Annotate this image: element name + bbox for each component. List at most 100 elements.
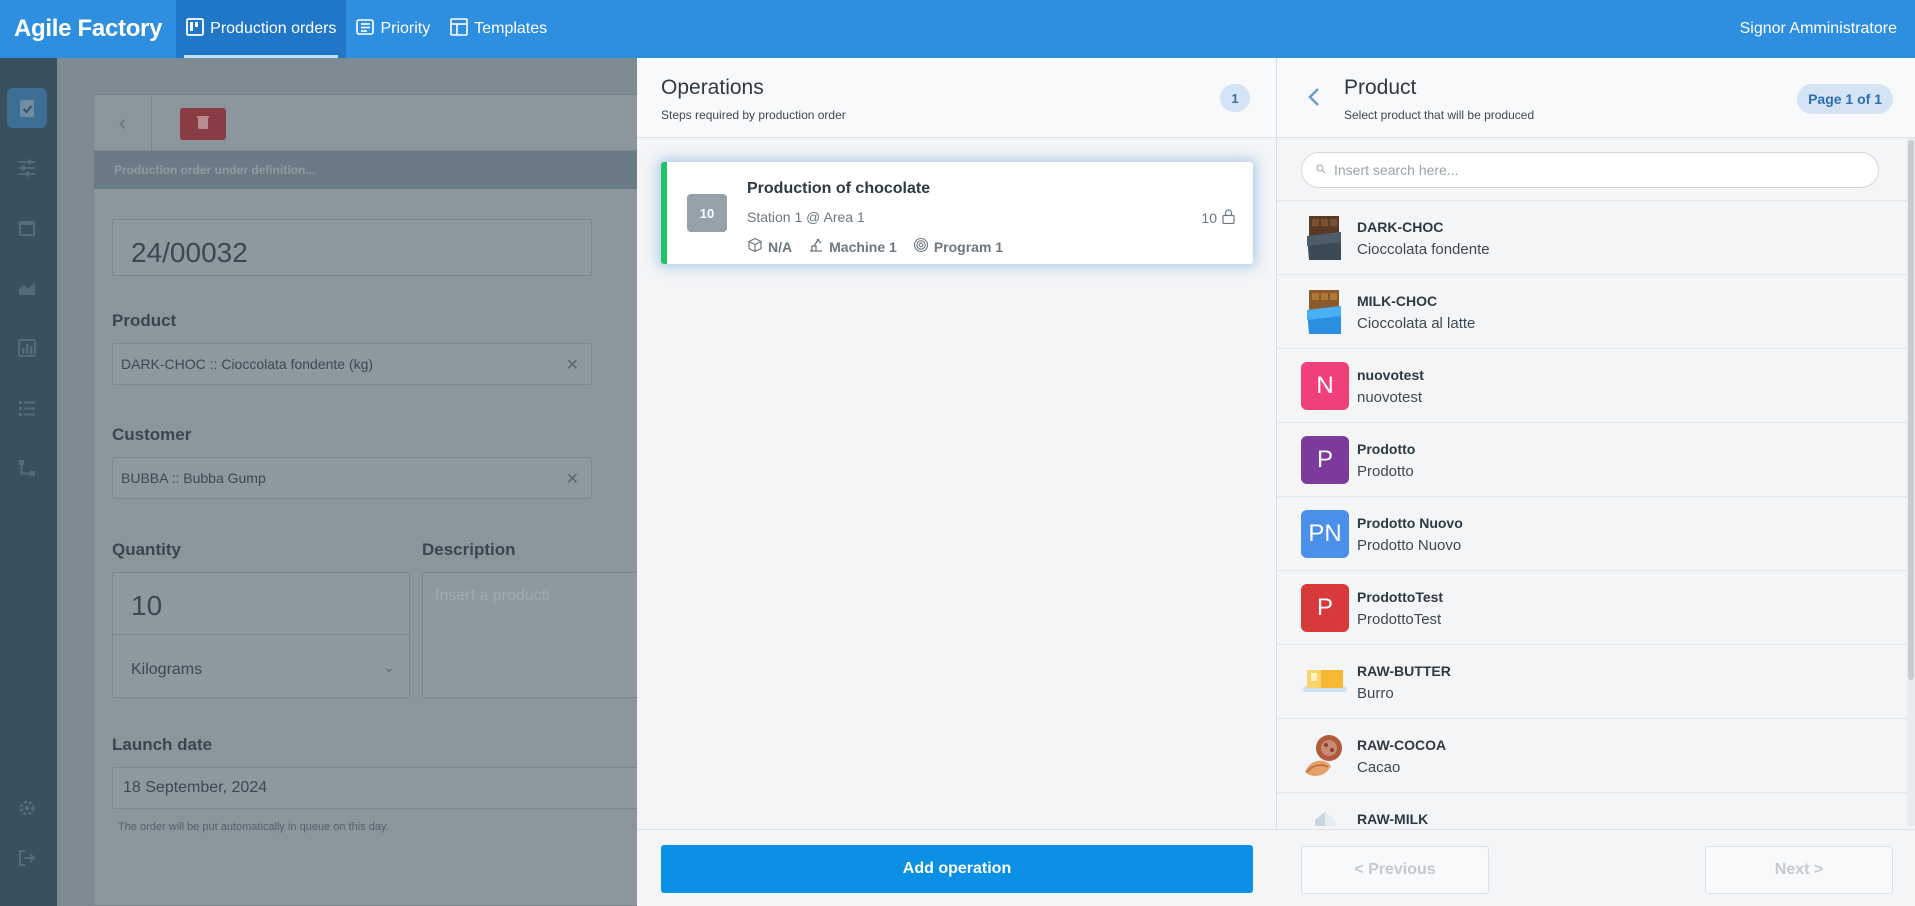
operation-quantity: 10 bbox=[1201, 209, 1235, 227]
chevron-left-icon: ‹ bbox=[118, 110, 127, 135]
nav-production-orders[interactable]: Production orders bbox=[176, 0, 347, 58]
operation-program-value: Program 1 bbox=[933, 238, 1004, 255]
launch-date-hint: The order will be put automatically in q… bbox=[118, 821, 389, 833]
search-input[interactable] bbox=[1334, 162, 1854, 178]
top-navbar: Agile Factory Production orders Priority… bbox=[0, 0, 1915, 58]
product-list: DARK-CHOC Cioccolata fondente MILK-CHOC … bbox=[1277, 200, 1907, 826]
order-form-toolbar: ‹ bbox=[94, 95, 652, 151]
list-item[interactable]: PN Prodotto Nuovo Prodotto Nuovo bbox=[1277, 497, 1907, 571]
butter-icon bbox=[1301, 658, 1349, 706]
add-operation-button[interactable]: Add operation bbox=[661, 845, 1253, 893]
operation-program: Program 1 bbox=[913, 237, 1003, 256]
side-rail bbox=[0, 58, 57, 906]
list-item[interactable]: N nuovotest nuovotest bbox=[1277, 349, 1907, 423]
product-subtitle: Select product that will be produced bbox=[1344, 108, 1535, 122]
sliders-icon[interactable] bbox=[7, 148, 47, 188]
area-chart-icon[interactable] bbox=[7, 268, 47, 308]
previous-page-button[interactable]: < Previous bbox=[1301, 846, 1489, 894]
product-code: Prodotto Nuovo bbox=[1357, 515, 1463, 531]
scrollbar-thumb[interactable] bbox=[1908, 140, 1914, 680]
brand-logo[interactable]: Agile Factory bbox=[0, 0, 176, 58]
product-description: Prodotto Nuovo bbox=[1357, 537, 1462, 554]
clear-icon[interactable]: ✕ bbox=[566, 355, 579, 375]
operation-machine: Machine 1 bbox=[808, 237, 897, 256]
launch-date-label: Launch date bbox=[112, 735, 213, 754]
user-menu[interactable]: Signor Amministratore bbox=[1722, 0, 1915, 58]
logout-icon[interactable] bbox=[7, 838, 47, 878]
nav-priority[interactable]: Priority bbox=[346, 0, 440, 58]
calendar-icon[interactable] bbox=[7, 208, 47, 248]
list-item[interactable]: P ProdottoTest ProdottoTest bbox=[1277, 571, 1907, 645]
product-code: RAW-BUTTER bbox=[1357, 663, 1451, 679]
quantity-label: Quantity bbox=[112, 540, 181, 559]
order-form-backdrop: ‹ Production order under definition... 2… bbox=[57, 58, 654, 906]
product-header: Product Select product that will be prod… bbox=[1277, 58, 1915, 138]
operation-machine-value: Machine 1 bbox=[829, 238, 897, 255]
product-initials-avatar: PN bbox=[1301, 510, 1349, 558]
product-title: Product bbox=[1344, 76, 1417, 99]
product-pagination: < Previous Next > bbox=[1277, 829, 1915, 906]
order-form-card: ‹ Production order under definition... 2… bbox=[93, 94, 654, 906]
description-textarea[interactable]: Insert a producti bbox=[422, 572, 654, 698]
product-description: Cioccolata fondente bbox=[1357, 241, 1490, 258]
product-code: ProdottoTest bbox=[1357, 589, 1444, 605]
list-item[interactable]: RAW-MILK bbox=[1277, 793, 1907, 826]
clipboard-check-icon[interactable] bbox=[7, 88, 47, 128]
list-item[interactable]: DARK-CHOC Cioccolata fondente bbox=[1277, 201, 1907, 275]
template-icon bbox=[450, 17, 469, 41]
box-icon bbox=[747, 237, 763, 256]
search-icon bbox=[1316, 161, 1326, 179]
flow-icon[interactable] bbox=[7, 448, 47, 488]
milk-chocolate-icon bbox=[1301, 288, 1349, 336]
operation-package-value: N/A bbox=[768, 238, 793, 255]
gear-icon[interactable] bbox=[7, 788, 47, 828]
operation-quantity-value: 10 bbox=[1201, 210, 1217, 226]
clear-icon[interactable]: ✕ bbox=[566, 469, 579, 489]
machine-icon bbox=[808, 237, 824, 256]
product-initials-avatar: N bbox=[1301, 362, 1349, 410]
operation-card[interactable]: 10 Production of chocolate Station 1 @ A… bbox=[661, 162, 1253, 264]
unit-select[interactable]: Kilograms bbox=[131, 661, 202, 679]
product-description: Cacao bbox=[1357, 759, 1401, 776]
product-initials-avatar: P bbox=[1301, 436, 1349, 484]
customer-select-value: BUBBA :: Bubba Gump bbox=[121, 470, 266, 486]
list-item[interactable]: MILK-CHOC Cioccolata al latte bbox=[1277, 275, 1907, 349]
kanban-icon bbox=[186, 17, 205, 41]
nav-label: Templates bbox=[474, 20, 548, 37]
operation-station: Station 1 @ Area 1 bbox=[747, 209, 865, 225]
chevron-left-icon[interactable] bbox=[1307, 86, 1321, 114]
quantity-input[interactable]: 10 bbox=[113, 573, 409, 635]
operation-package: N/A bbox=[747, 237, 792, 256]
list-item[interactable]: RAW-BUTTER Burro bbox=[1277, 645, 1907, 719]
product-search[interactable] bbox=[1301, 152, 1879, 188]
operations-count-badge: 1 bbox=[1220, 84, 1250, 112]
chevron-down-icon: ⌄ bbox=[383, 659, 395, 675]
product-description: nuovotest bbox=[1357, 389, 1423, 406]
product-code: RAW-COCOA bbox=[1357, 737, 1447, 753]
operation-meta: N/A Machine 1 Program 1 bbox=[747, 237, 1003, 256]
operations-title: Operations bbox=[661, 76, 764, 99]
product-code: Prodotto bbox=[1357, 441, 1416, 457]
nav-templates[interactable]: Templates bbox=[440, 0, 557, 58]
product-select[interactable]: DARK-CHOC :: Cioccolata fondente (kg) ✕ bbox=[112, 343, 592, 385]
trash-icon bbox=[197, 115, 209, 134]
delete-button[interactable] bbox=[180, 108, 226, 140]
lock-icon bbox=[1222, 209, 1235, 227]
list-item[interactable]: P Prodotto Prodotto bbox=[1277, 423, 1907, 497]
customer-select[interactable]: BUBBA :: Bubba Gump ✕ bbox=[112, 457, 592, 499]
product-description: ProdottoTest bbox=[1357, 611, 1442, 628]
back-button[interactable]: ‹ bbox=[94, 95, 152, 151]
bar-chart-icon[interactable] bbox=[7, 328, 47, 368]
product-code: nuovotest bbox=[1357, 367, 1424, 383]
list-item[interactable]: RAW-COCOA Cacao bbox=[1277, 719, 1907, 793]
list-icon[interactable] bbox=[7, 388, 47, 428]
order-number-field[interactable]: 24/00032 bbox=[112, 219, 592, 276]
operations-subtitle: Steps required by production order bbox=[661, 108, 846, 122]
launch-date-input[interactable]: 18 September, 2024 bbox=[112, 767, 654, 809]
product-code: RAW-MILK bbox=[1357, 811, 1429, 826]
product-code: DARK-CHOC bbox=[1357, 219, 1444, 235]
dark-chocolate-icon bbox=[1301, 214, 1349, 262]
nav-label: Production orders bbox=[210, 20, 337, 37]
customer-label: Customer bbox=[112, 425, 192, 444]
next-page-button[interactable]: Next > bbox=[1705, 846, 1893, 894]
